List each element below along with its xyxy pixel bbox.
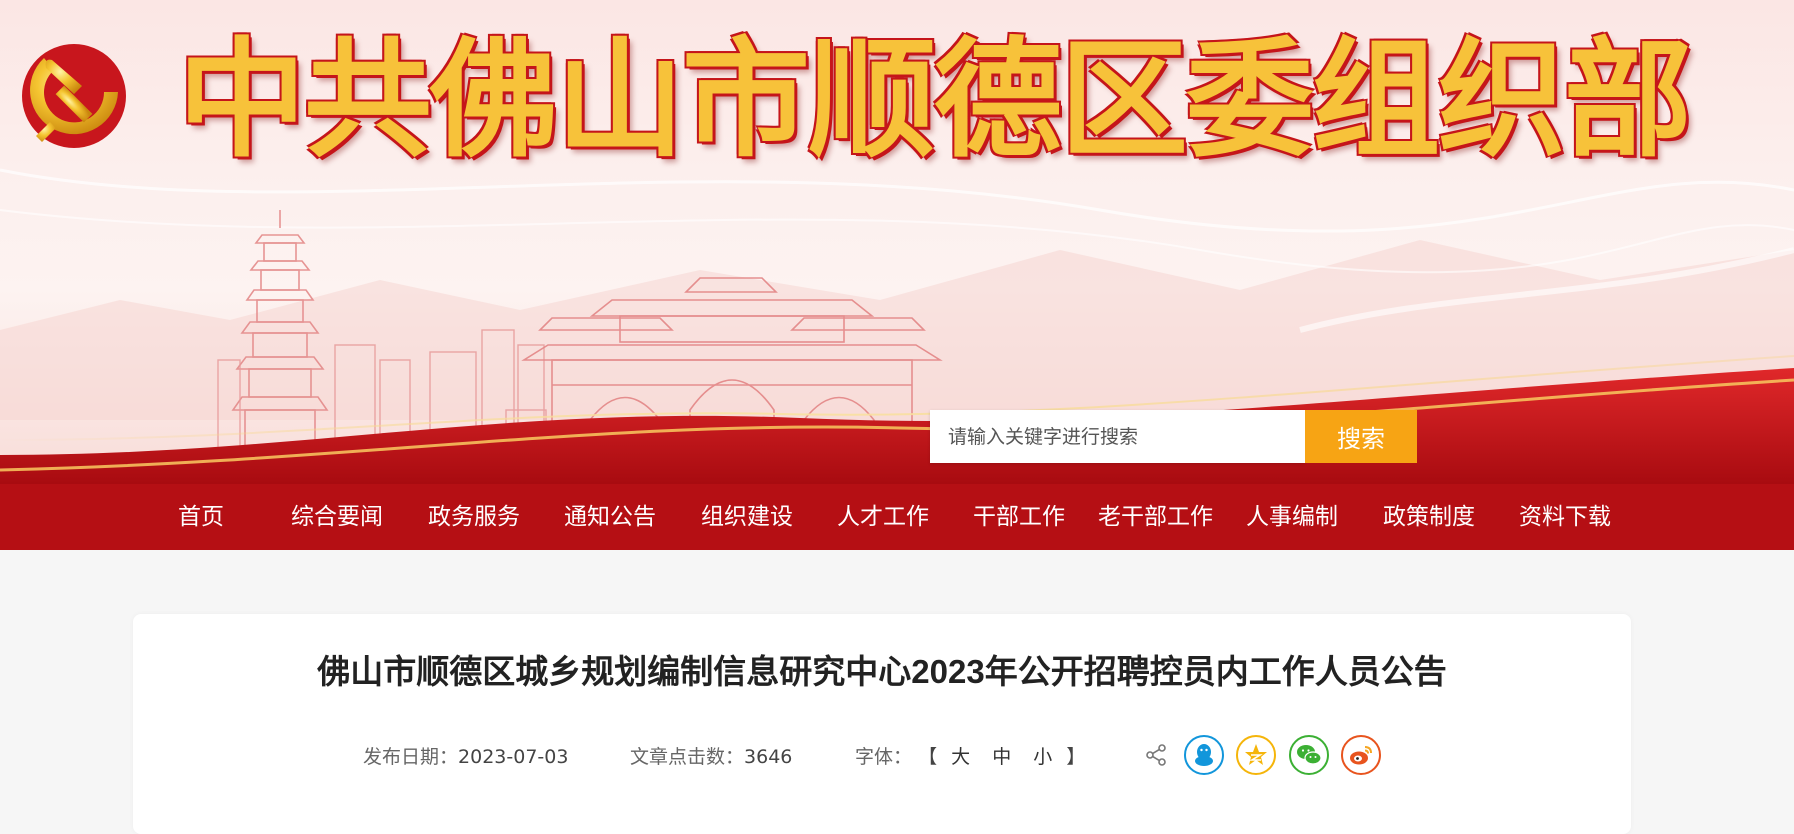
publish-date-label: 发布日期：: [363, 746, 459, 768]
font-size-large[interactable]: 大: [951, 746, 970, 768]
share-qzone-button[interactable]: [1236, 735, 1276, 775]
font-bracket-open: 【: [918, 746, 938, 768]
site-title: 中共佛山市顺德区委组织部: [178, 25, 1692, 175]
share-weibo-button[interactable]: [1341, 735, 1381, 775]
share-qq-button[interactable]: [1184, 735, 1224, 775]
article-title: 佛山市顺德区城乡规划编制信息研究中心2023年公开招聘控员内工作人员公告: [317, 653, 1447, 690]
font-size-small[interactable]: 小: [1033, 746, 1052, 768]
publish-date: 发布日期：2023-07-03: [363, 742, 568, 769]
nav-item-downloads[interactable]: 资料下载: [1519, 484, 1611, 550]
nav-item-talent[interactable]: 人才工作: [837, 484, 929, 550]
font-size-label: 字体：: [855, 746, 913, 768]
view-count-value: 3646: [744, 746, 793, 768]
nav-item-services[interactable]: 政务服务: [428, 484, 520, 550]
qzone-icon: [1245, 744, 1267, 765]
wechat-icon: [1297, 745, 1322, 765]
font-bracket-close: 】: [1066, 746, 1086, 768]
nav-item-home[interactable]: 首页: [178, 484, 224, 550]
font-size-medium[interactable]: 中: [992, 746, 1011, 768]
article-card: 佛山市顺德区城乡规划编制信息研究中心2023年公开招聘控员内工作人员公告 发布日…: [133, 614, 1631, 834]
search-input[interactable]: [930, 410, 1305, 463]
share-wechat-button[interactable]: [1289, 735, 1329, 775]
main-nav: 首页 综合要闻 政务服务 通知公告 组织建设 人才工作 干部工作 老干部工作 人…: [0, 484, 1794, 550]
nav-item-organization[interactable]: 组织建设: [701, 484, 793, 550]
share-icon: [1146, 744, 1166, 766]
nav-item-notices[interactable]: 通知公告: [564, 484, 656, 550]
nav-item-policy[interactable]: 政策制度: [1383, 484, 1475, 550]
qq-icon: [1195, 744, 1213, 766]
font-size-control: 字体： 【 大 中 小 】: [855, 742, 1085, 769]
weibo-icon: [1350, 746, 1372, 765]
nav-item-cadre[interactable]: 干部工作: [973, 484, 1065, 550]
search-button[interactable]: 搜索: [1305, 410, 1417, 463]
header-banner: 中共佛山市顺德区委组织部 搜索: [0, 0, 1794, 484]
nav-item-retired-cadre[interactable]: 老干部工作: [1098, 484, 1213, 550]
party-emblem-icon: [22, 44, 126, 148]
nav-item-news[interactable]: 综合要闻: [291, 484, 383, 550]
view-count: 文章点击数：3646: [630, 742, 792, 769]
search-box: [930, 410, 1305, 463]
view-count-label: 文章点击数：: [630, 746, 745, 768]
publish-date-value: 2023-07-03: [458, 746, 569, 768]
nav-item-staffing[interactable]: 人事编制: [1246, 484, 1338, 550]
